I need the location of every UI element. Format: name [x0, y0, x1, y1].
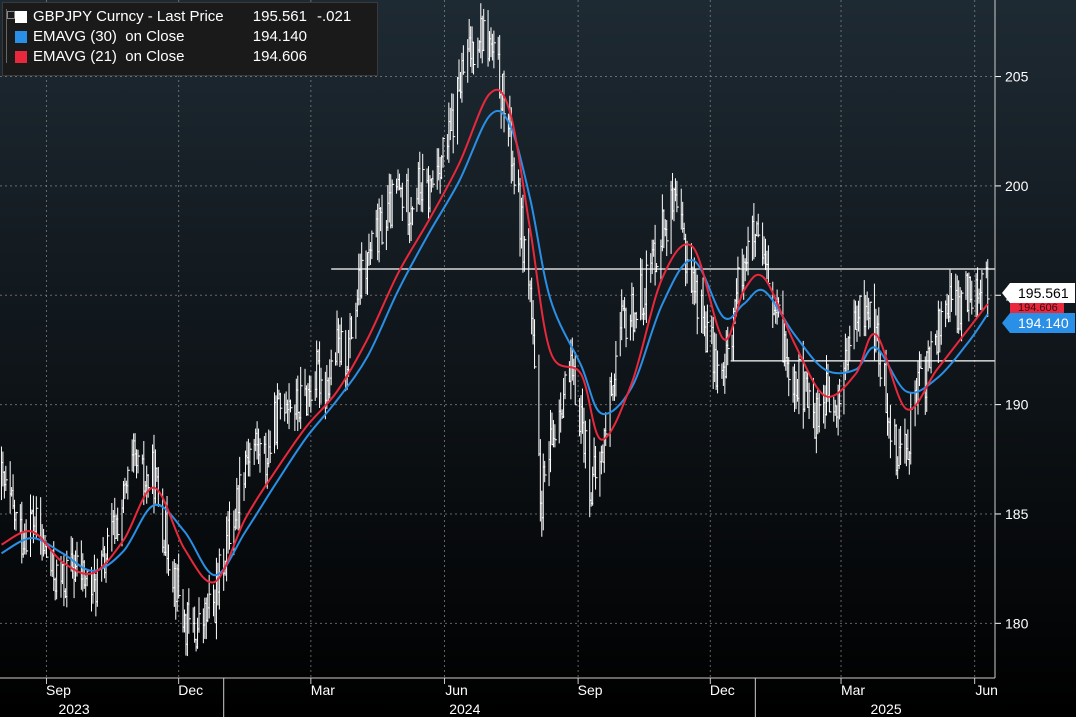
- x-tick-label: Sep: [578, 682, 603, 698]
- collapse-icon[interactable]: [7, 11, 15, 19]
- legend-tree-line: [6, 9, 15, 63]
- y-tick-label: 180: [1005, 615, 1029, 631]
- price-chart: 180185190195200205 SepDecMarJunSepDecMar…: [0, 0, 1076, 717]
- legend-ema21-label: EMAVG (21) on Close: [33, 48, 185, 65]
- chart-legend: GBPJPY Curncy - Last Price 195.561 -.021…: [2, 2, 378, 76]
- year-label: 2023: [59, 701, 90, 717]
- y-tick-label: 190: [1005, 397, 1029, 413]
- legend-price-change: -.021: [317, 8, 352, 25]
- x-tick-label: Dec: [710, 682, 735, 698]
- chart-background: [0, 0, 1076, 717]
- legend-ema30-label: EMAVG (30) on Close: [33, 28, 185, 45]
- x-tick-label: Mar: [311, 682, 335, 698]
- price-swatch-icon: [15, 11, 27, 23]
- ema21-swatch-icon: [15, 51, 27, 63]
- year-label: 2025: [870, 701, 901, 717]
- legend-price-label: GBPJPY Curncy - Last Price: [33, 8, 224, 25]
- legend-row-ema21: EMAVG (21) on Close 194.606: [11, 47, 369, 67]
- y-tick-label: 205: [1005, 69, 1029, 85]
- ema30-swatch-icon: [15, 31, 27, 43]
- legend-row-price: GBPJPY Curncy - Last Price 195.561 -.021: [11, 7, 369, 27]
- x-tick-label: Sep: [46, 682, 71, 698]
- x-tick-label: Jun: [445, 682, 468, 698]
- x-tick-label: Dec: [178, 682, 203, 698]
- y-tick-label: 200: [1005, 178, 1029, 194]
- x-tick-label: Jun: [975, 682, 998, 698]
- year-label: 2024: [449, 701, 480, 717]
- ema30-value-tag: 194.140: [1002, 313, 1075, 333]
- legend-ema30-value: 194.140: [252, 28, 307, 45]
- last-price-tag: 195.561: [1002, 283, 1075, 303]
- x-tick-label: Mar: [841, 682, 865, 698]
- legend-price-value: 195.561: [252, 8, 307, 25]
- y-tick-label: 185: [1005, 506, 1029, 522]
- legend-ema21-value: 194.606: [252, 48, 307, 65]
- legend-row-ema30: EMAVG (30) on Close 194.140: [11, 27, 369, 47]
